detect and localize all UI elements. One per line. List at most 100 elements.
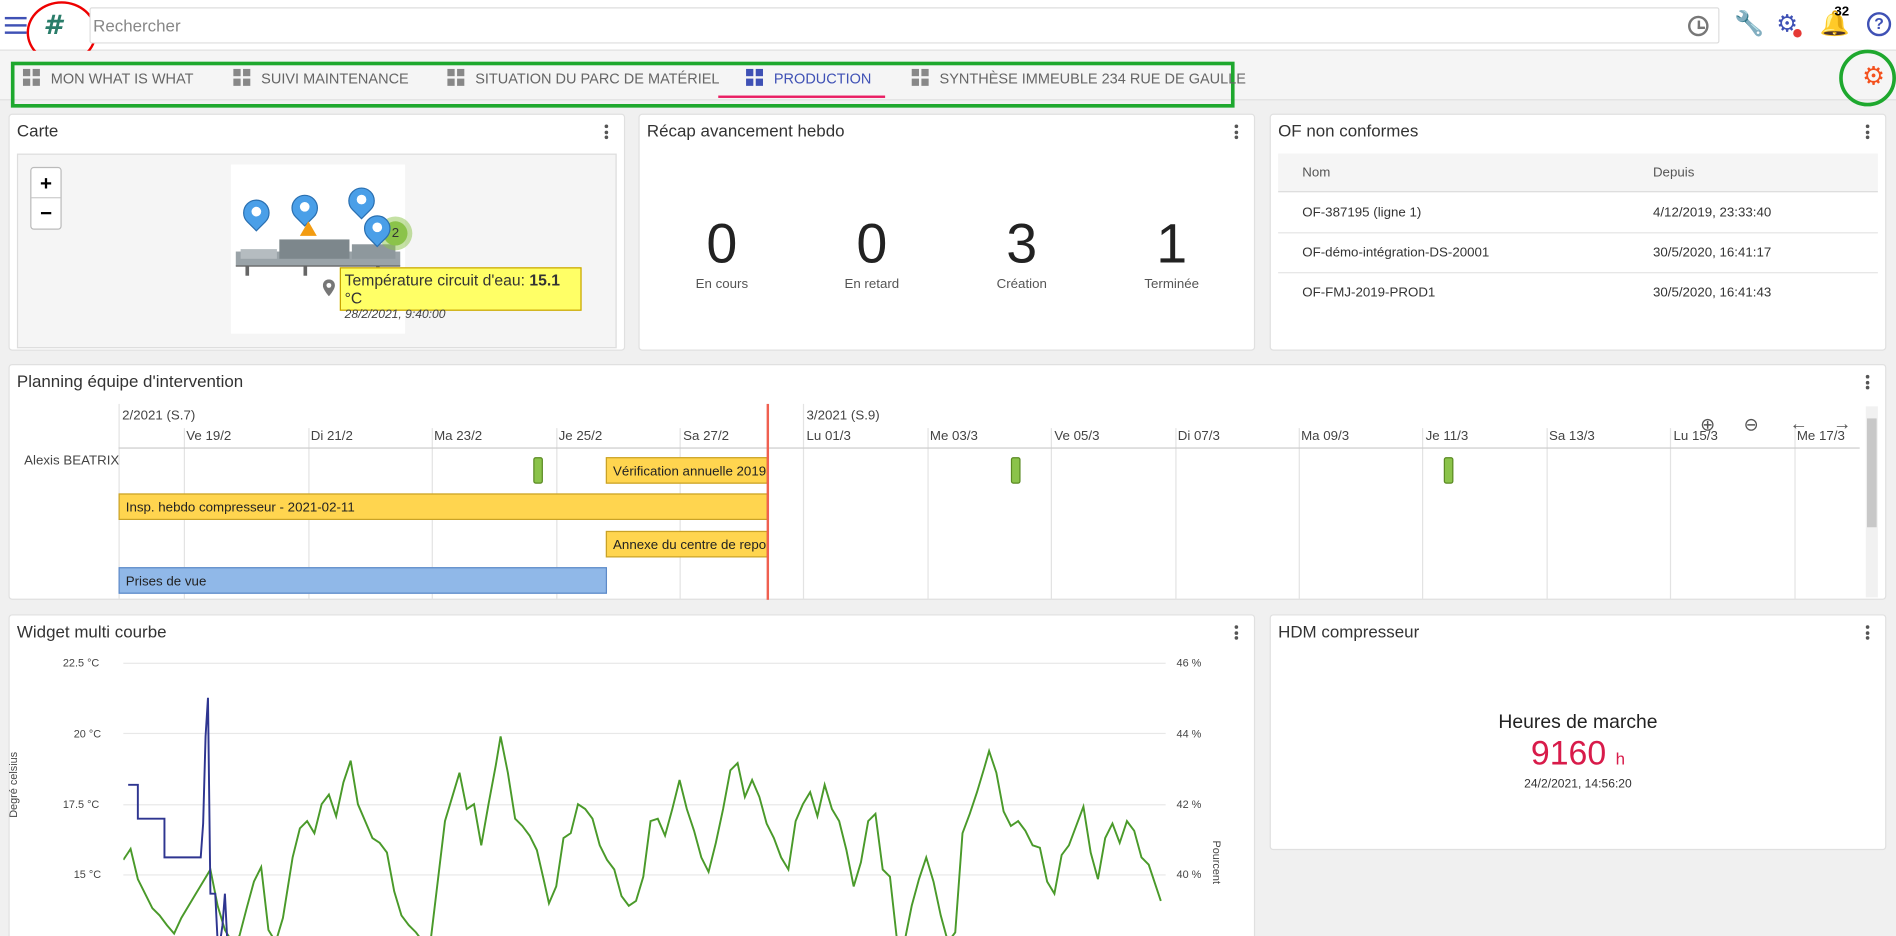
day-label: Sa 27/2 bbox=[683, 429, 730, 444]
search-input[interactable] bbox=[90, 8, 1651, 43]
more-vert-icon[interactable] bbox=[1865, 374, 1871, 390]
y-tick-left: 15 °C bbox=[73, 868, 102, 881]
event-bar[interactable]: Vérification annuelle 2019 bbox=[605, 457, 768, 484]
table-row[interactable]: OF-FMJ-2019-PROD1 30/5/2020, 16:41:43 bbox=[1278, 273, 1878, 313]
dashboard-icon bbox=[746, 68, 764, 87]
day-label: Di 21/2 bbox=[310, 429, 353, 444]
widget-title: Carte bbox=[16, 120, 59, 141]
tab-mon-what-is-what[interactable]: MON WHAT IS WHAT bbox=[22, 67, 194, 103]
help-icon[interactable]: ? bbox=[1866, 12, 1892, 37]
event-bar[interactable]: Prises de vue bbox=[118, 567, 608, 594]
multi-courbe-widget: Widget multi courbe 22.5 °C 20 °C 17.5 °… bbox=[7, 614, 1256, 936]
more-vert-icon[interactable] bbox=[1865, 625, 1871, 640]
carte-widget: Carte + − 2 Température circuit d'eau: 1… bbox=[8, 113, 626, 351]
dashboard-settings-gear-icon[interactable]: ⚙ bbox=[1862, 62, 1885, 92]
column-header-nom[interactable]: Nom bbox=[1302, 166, 1330, 181]
hdm-compresseur-widget: HDM compresseur Heures de marche 9160 h … bbox=[1269, 614, 1887, 851]
widget-title: HDM compresseur bbox=[1278, 621, 1420, 641]
table-header: Nom Depuis bbox=[1278, 153, 1878, 193]
more-vert-icon[interactable] bbox=[1234, 124, 1240, 140]
series-navy bbox=[128, 697, 228, 936]
y-tick-right: 40 % bbox=[1176, 868, 1202, 881]
recap-creation: 3 Création bbox=[949, 212, 1094, 292]
cell-nom: OF-démo-intégration-DS-20001 bbox=[1302, 245, 1490, 260]
event-chip[interactable] bbox=[533, 457, 543, 484]
recap-terminee: 1 Terminée bbox=[1099, 212, 1244, 292]
hdm-number: 9160 bbox=[1530, 734, 1607, 772]
grid-line bbox=[1794, 428, 1796, 600]
temperature-tooltip[interactable]: Température circuit d'eau: 15.1 °C 28/2/… bbox=[339, 267, 582, 322]
dashboard-icon bbox=[911, 68, 930, 87]
zoom-in-button[interactable]: + bbox=[31, 168, 61, 199]
day-label: Sa 13/3 bbox=[1548, 429, 1595, 444]
planning-widget: Planning équipe d'intervention 2/2021 (S… bbox=[8, 363, 1887, 600]
month-label: 3/2021 (S.9) bbox=[806, 408, 880, 424]
recap-widget: Récap avancement hebdo 0 En cours 0 En ret… bbox=[638, 113, 1256, 351]
grid-line bbox=[1421, 428, 1424, 600]
event-bar[interactable]: Annexe du centre de repos bbox=[605, 530, 768, 558]
day-label: Di 07/3 bbox=[1177, 429, 1220, 444]
notification-count-badge: 32 bbox=[1834, 4, 1850, 20]
widget-title: OF non conformes bbox=[1278, 120, 1419, 141]
warning-icon bbox=[299, 221, 317, 236]
wrench-icon[interactable]: 🔧 bbox=[1734, 11, 1764, 38]
event-chip[interactable] bbox=[1443, 457, 1454, 484]
tooltip-unit: °C bbox=[344, 289, 363, 308]
map-pin-icon[interactable] bbox=[358, 209, 397, 251]
search-box bbox=[89, 7, 1720, 44]
y-tick-left: 20 °C bbox=[73, 727, 102, 741]
event-bar[interactable]: Insp. hebdo compresseur - 2021-02-11 bbox=[118, 493, 768, 520]
tab-situation-parc-materiel[interactable]: SITUATION DU PARC DE MATÉRIEL bbox=[447, 67, 719, 103]
grid-line bbox=[927, 428, 929, 600]
tab-label: SYNTHÈSE IMMEUBLE 234 RUE DE GAULLE bbox=[939, 70, 1246, 88]
zoom-out-button[interactable]: − bbox=[31, 198, 60, 228]
recap-label: En retard bbox=[844, 276, 900, 292]
tab-label: PRODUCTION bbox=[773, 70, 872, 88]
day-label: Ma 23/2 bbox=[434, 429, 483, 444]
hdm-label: Heures de marche bbox=[1498, 712, 1658, 733]
grid-line bbox=[1669, 428, 1672, 600]
hdm-value: 9160 h bbox=[1271, 734, 1885, 773]
grid-line bbox=[1050, 428, 1052, 600]
map-pin-icon[interactable] bbox=[237, 194, 276, 236]
tab-suivi-maintenance[interactable]: SUIVI MAINTENANCE bbox=[233, 67, 409, 103]
y-tick-right: 44 % bbox=[1176, 727, 1202, 741]
grid-line bbox=[802, 403, 805, 600]
widget-title: Récap avancement hebdo bbox=[646, 120, 845, 141]
more-vert-icon[interactable] bbox=[604, 124, 610, 140]
hdm-date: 24/2/2021, 14:56:20 bbox=[1524, 777, 1632, 791]
multi-curve-plot[interactable] bbox=[123, 688, 1163, 936]
zoom-in-icon[interactable]: ⊕ bbox=[1700, 414, 1715, 436]
recap-value: 0 bbox=[706, 211, 738, 275]
tooltip-value: 15.1 bbox=[529, 270, 560, 290]
table-row[interactable]: OF-387195 (ligne 1) 4/12/2019, 23:33:40 bbox=[1278, 193, 1878, 234]
series-green bbox=[123, 736, 1162, 936]
cell-depuis: 30/5/2020, 16:41:17 bbox=[1652, 245, 1772, 260]
cell-nom: OF-387195 (ligne 1) bbox=[1302, 205, 1422, 221]
history-icon[interactable] bbox=[1688, 15, 1709, 37]
month-label: 2/2021 (S.7) bbox=[122, 408, 196, 424]
grid-line bbox=[1175, 428, 1177, 600]
more-vert-icon[interactable] bbox=[1234, 625, 1240, 640]
zoom-out-icon[interactable]: ⊖ bbox=[1744, 414, 1759, 436]
hamburger-menu-icon[interactable] bbox=[4, 12, 27, 36]
column-header-depuis[interactable]: Depuis bbox=[1653, 166, 1694, 181]
map-view[interactable]: + − 2 Température circuit d'eau: 15.1 °C… bbox=[16, 153, 617, 349]
of-non-conformes-widget: OF non conformes Nom Depuis OF-387195 (l… bbox=[1269, 113, 1887, 351]
event-chip[interactable] bbox=[1010, 457, 1021, 484]
settings-gear-icon[interactable]: ⚙ bbox=[1774, 11, 1802, 38]
tab-synthese-immeuble[interactable]: SYNTHÈSE IMMEUBLE 234 RUE DE GAULLE bbox=[911, 67, 1246, 103]
arrow-right-icon[interactable]: → bbox=[1833, 414, 1851, 435]
more-vert-icon[interactable] bbox=[1865, 124, 1871, 140]
table-row[interactable]: OF-démo-intégration-DS-20001 30/5/2020, 1… bbox=[1278, 233, 1878, 274]
tooltip-date: 28/2/2021, 9:40:00 bbox=[344, 308, 446, 322]
vertical-scrollbar[interactable] bbox=[1865, 406, 1878, 598]
resource-name: Alexis BEATRIX bbox=[24, 453, 120, 468]
map-zoom-control: + − bbox=[30, 166, 62, 230]
recap-label: Terminée bbox=[1144, 276, 1200, 292]
arrow-left-icon[interactable]: ← bbox=[1790, 414, 1808, 435]
tab-label: SUIVI MAINTENANCE bbox=[261, 70, 409, 88]
grid-line bbox=[1298, 428, 1300, 600]
y-tick-left: 17.5 °C bbox=[62, 798, 100, 811]
tab-label: MON WHAT IS WHAT bbox=[50, 70, 194, 88]
